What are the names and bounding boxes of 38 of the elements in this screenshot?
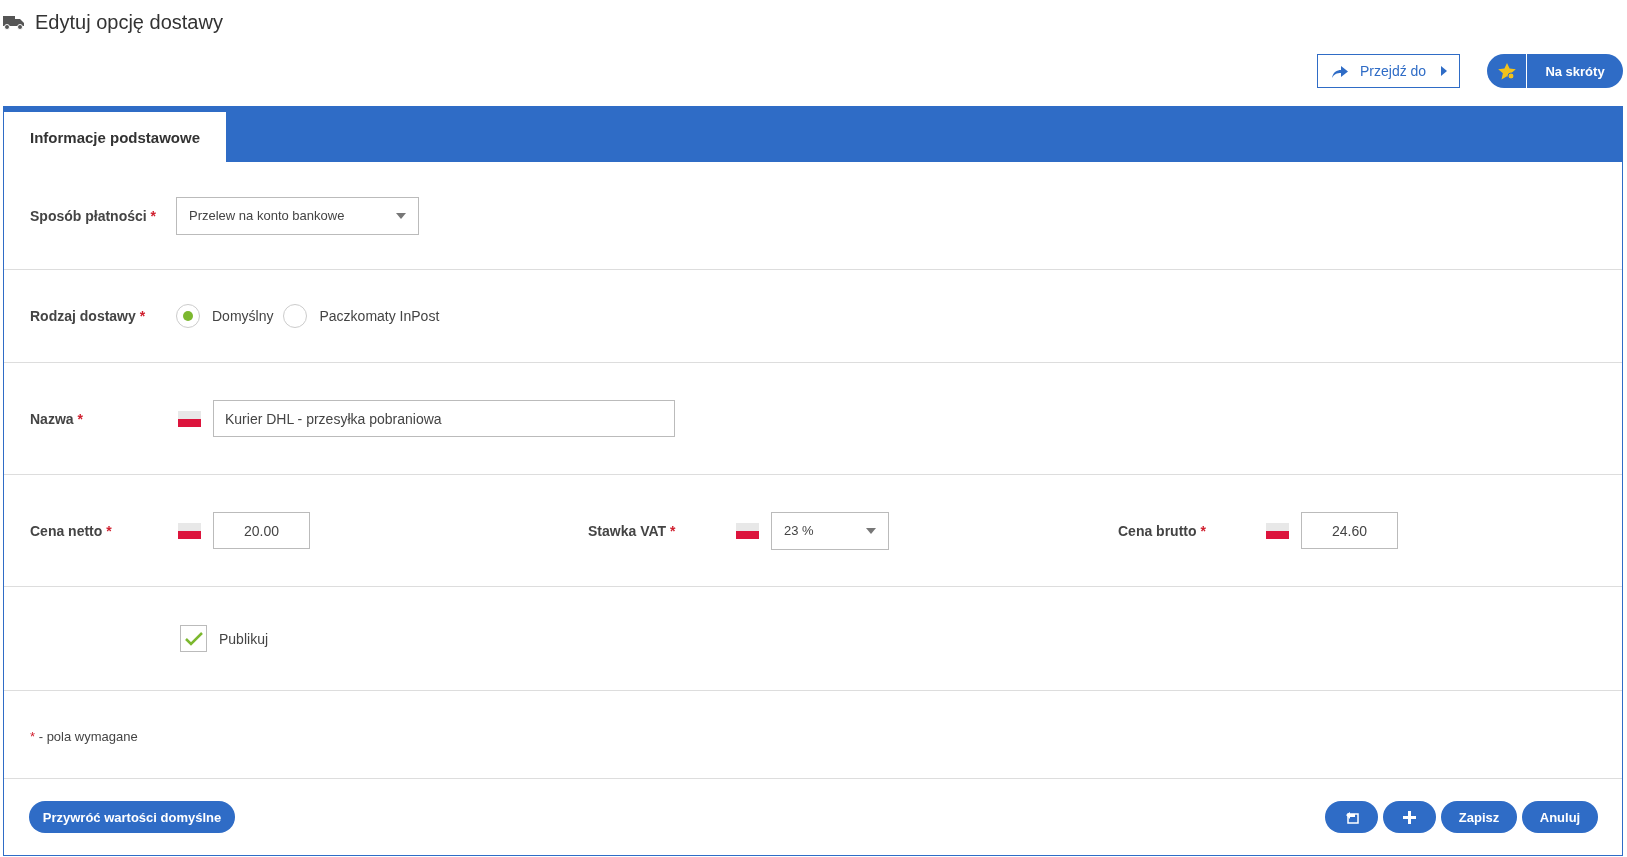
price-field[interactable]: 24.60 — [1301, 512, 1398, 549]
polish-flag-icon — [736, 522, 759, 539]
action-button[interactable]: Anuluj — [1522, 801, 1598, 833]
check-icon — [184, 631, 203, 646]
publish-label: Publikuj — [219, 630, 269, 647]
goto-button[interactable]: Przejdź do — [1317, 54, 1460, 88]
back-button[interactable] — [1325, 801, 1378, 833]
field-label: Cena brutto * — [1118, 522, 1207, 539]
polish-flag-icon — [1266, 522, 1289, 539]
shortcuts-button[interactable]: Na skróty — [1487, 54, 1623, 88]
payment-dropdown[interactable]: Przelew na konto bankowe — [176, 196, 419, 235]
share-arrow-icon — [1332, 64, 1348, 78]
field-label: Stawka VAT * — [588, 522, 677, 539]
polish-flag-icon — [178, 522, 201, 539]
field-label: Nazwa * — [30, 410, 84, 427]
star-icon — [1497, 62, 1516, 80]
action-button[interactable]: Zapisz — [1441, 801, 1517, 833]
reset-button[interactable]: Przywróć wartości domyślne — [29, 801, 235, 833]
price-field[interactable]: 20.00 — [213, 512, 310, 549]
field-label: Cena netto * — [30, 522, 113, 539]
caret-icon — [866, 527, 876, 534]
field-label: Rodzaj dostawy * — [30, 308, 147, 324]
radio-option[interactable]: Paczkomaty InPost — [283, 304, 440, 328]
field-label: Sposób płatności * — [30, 207, 158, 224]
required-note: * - pola wymagane — [30, 729, 138, 744]
tab[interactable]: Informacje podstawowe — [4, 112, 227, 162]
truck-icon — [3, 14, 25, 30]
caret-right-icon — [1441, 66, 1447, 76]
radio-option[interactable]: Domyślny — [176, 304, 274, 328]
add-button[interactable] — [1383, 801, 1436, 833]
plus-icon — [1403, 810, 1416, 824]
publish-checkbox[interactable] — [180, 625, 207, 652]
name-field[interactable]: Kurier DHL - przesyłka pobraniowa — [213, 400, 675, 437]
page-title: Edytuj opcję dostawy — [35, 10, 223, 34]
caret-icon — [396, 212, 406, 219]
return-icon — [1344, 810, 1359, 824]
vat-dropdown[interactable]: 23 % — [771, 511, 889, 550]
polish-flag-icon — [178, 410, 201, 427]
